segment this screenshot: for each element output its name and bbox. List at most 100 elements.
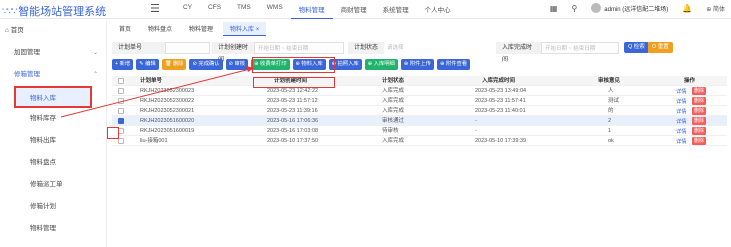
select-all-checkbox[interactable]	[118, 78, 124, 84]
attachment-view-button[interactable]: ⊕ 附件查看	[436, 59, 471, 70]
app-logo[interactable]: ∵∵∵ 智能场站管理系统	[2, 3, 106, 19]
table-header: 计划单号 计划创建时间 计划状态 入库完成时间 审核意见 操作	[112, 76, 727, 86]
cell-status: 入库完成	[382, 88, 405, 94]
add-button[interactable]: + 新增	[112, 59, 134, 70]
table-row[interactable]: RKJH2023052300021 2023-05-23 11:39:16 入库完成…	[112, 106, 727, 116]
delete-row-button[interactable]: 删除	[692, 137, 707, 145]
cell-remark: 测试	[608, 98, 620, 104]
filter-label-done: 入库完成时间	[496, 42, 541, 63]
date2-end-placeholder: 结束日期	[573, 46, 596, 52]
highlight-box	[107, 127, 119, 139]
delete-row-button[interactable]: 删除	[692, 117, 707, 125]
nav-personal[interactable]: 个人中心	[417, 4, 459, 19]
sidebar-item-material-manage[interactable]: 物料管理	[0, 218, 106, 240]
cell-status: 入库完成	[382, 138, 405, 144]
table-row[interactable]: RKJH2023051600020 2023-05-16 17:06:36 审核通过…	[112, 116, 727, 126]
in-detail-button[interactable]: ⊕ 入库明细	[364, 59, 398, 70]
sidebar-label: 物料入库	[30, 95, 56, 102]
delete-row-button[interactable]: 删除	[692, 127, 707, 135]
cell-status: 入库完成	[382, 98, 405, 104]
tab-material-manage[interactable]: 物料管理	[182, 22, 220, 36]
highlight-box	[253, 77, 335, 88]
row-checkbox[interactable]	[118, 88, 124, 94]
sidebar-item-material-stock[interactable]: 物料库存	[0, 108, 106, 130]
sidebar-label: 加固管理	[14, 49, 40, 56]
top-nav: CY CFS TMS WMS 物料管理 商财管理 系统管理 个人中心	[175, 4, 459, 19]
avatar	[591, 3, 602, 13]
detail-link[interactable]: 详情	[676, 127, 687, 135]
delete-button[interactable]: 🗑 删除	[161, 59, 187, 70]
link-icon[interactable]: ⚲	[571, 4, 577, 13]
detail-link[interactable]: 详情	[676, 137, 687, 145]
user-menu[interactable]: admin (远洋信配二堆场)	[591, 3, 668, 13]
row-checkbox[interactable]	[118, 118, 124, 124]
detail-link[interactable]: 详情	[676, 117, 687, 125]
sidebar-item-material-count[interactable]: 物料盘点	[0, 152, 106, 174]
cell-created: 2023-05-23 11:57:12	[267, 98, 318, 104]
nav-material[interactable]: 物料管理	[290, 4, 333, 19]
cell-done: -	[475, 128, 477, 134]
cell-plan-no: RKJH2023051600019	[140, 128, 195, 134]
status-select[interactable]: 请选择	[384, 42, 454, 54]
audit-button[interactable]: ⊘ 审核	[225, 59, 249, 70]
nav-cfs[interactable]: CFS	[200, 4, 229, 19]
cell-remark: ok	[608, 138, 614, 144]
search-button[interactable]: Q 检索	[624, 42, 649, 53]
cell-plan-no: liu-接箱001	[140, 138, 168, 144]
filter-label-created: 计划创建时间	[212, 42, 254, 63]
date-start-placeholder: 开始日期	[258, 46, 281, 52]
table-row[interactable]: RKJH2023052300023 2023-05-23 12:42:22 入库完成…	[112, 86, 727, 96]
cell-remark: 1	[608, 128, 612, 134]
bell-icon[interactable]: 🔔	[682, 4, 692, 13]
page-tabs: 首页 物料盘点 物料管理 物料入库 ×	[112, 22, 267, 36]
done-date-range[interactable]: 开始日期 ~ 结束日期	[541, 42, 619, 54]
language-switch[interactable]: ⊕ 简体	[706, 4, 725, 13]
detail-link[interactable]: 详情	[676, 97, 687, 105]
detail-link[interactable]: 详情	[676, 107, 687, 115]
cell-done: 2023-05-23 11:40:01	[475, 108, 526, 114]
sidebar-item-material-in[interactable]: 物料入库	[14, 86, 92, 108]
delete-row-button[interactable]: 删除	[692, 87, 707, 95]
detail-link[interactable]: 详情	[676, 87, 687, 95]
sidebar-group-repair[interactable]: 修箱管理 ⌃	[0, 64, 106, 86]
tab-material-count[interactable]: 物料盘点	[141, 22, 179, 36]
nav-finance[interactable]: 商财管理	[333, 4, 375, 19]
nav-tms[interactable]: TMS	[229, 4, 259, 19]
cell-created: 2023-05-16 17:03:08	[267, 128, 319, 134]
sidebar-label: 物料盘点	[30, 159, 56, 166]
cell-status: 待审核	[382, 128, 399, 134]
sidebar-item-repair-plan[interactable]: 修箱计划	[0, 196, 106, 218]
row-checkbox[interactable]	[118, 98, 124, 104]
language-label: 简体	[712, 6, 725, 13]
col-header-ops: 操作	[684, 78, 696, 84]
sidebar: ⌂ 首页 加固管理 ⌄ 修箱管理 ⌃ 物料入库 物料库存 物料出库 物料盘点 修…	[0, 20, 107, 247]
tab-material-in[interactable]: 物料入库 ×	[223, 22, 267, 36]
row-checkbox[interactable]	[118, 108, 124, 114]
nav-wms[interactable]: WMS	[259, 4, 291, 19]
sidebar-item-repair-order[interactable]: 修箱派工单	[0, 174, 106, 196]
created-date-range[interactable]: 开始日期 ~ 结束日期	[254, 42, 344, 54]
cell-created: 2023-05-10 17:37:50	[267, 138, 319, 144]
filter-label-status: 计划状态	[348, 42, 384, 54]
confirm-button[interactable]: ⊘ 完成确认	[189, 59, 223, 70]
delete-row-button[interactable]: 删除	[692, 97, 707, 105]
table-row[interactable]: RKJH2023051600019 2023-05-16 17:03:08 待审核 -…	[112, 126, 727, 136]
nav-cy[interactable]: CY	[175, 4, 200, 19]
reset-button[interactable]: O 重置	[648, 42, 673, 53]
menu-icon[interactable]: ☰	[150, 2, 160, 15]
attachment-upload-button[interactable]: ⊕ 附件上传	[400, 59, 434, 70]
edit-button[interactable]: ✎ 编辑	[136, 59, 159, 70]
sidebar-group-reinforce[interactable]: 加固管理 ⌄	[0, 42, 106, 64]
table-row[interactable]: liu-接箱001 2023-05-10 17:37:50 入库完成 2023-05-…	[112, 136, 727, 146]
plan-no-input[interactable]	[165, 42, 210, 54]
table-row[interactable]: RKJH2023052300022 2023-05-23 11:57:12 入库完成…	[112, 96, 727, 106]
sidebar-item-home[interactable]: ⌂ 首页	[0, 20, 106, 42]
tab-home[interactable]: 首页	[112, 22, 138, 36]
sidebar-item-material-out[interactable]: 物料出库	[0, 130, 106, 152]
cell-status: 入库完成	[382, 108, 405, 114]
sidebar-label: 修箱派工单	[30, 181, 63, 188]
delete-row-button[interactable]: 删除	[692, 107, 707, 115]
nav-system[interactable]: 系统管理	[375, 4, 417, 19]
grid-icon[interactable]: ▦	[550, 4, 558, 13]
date-separator: ~	[568, 46, 572, 52]
